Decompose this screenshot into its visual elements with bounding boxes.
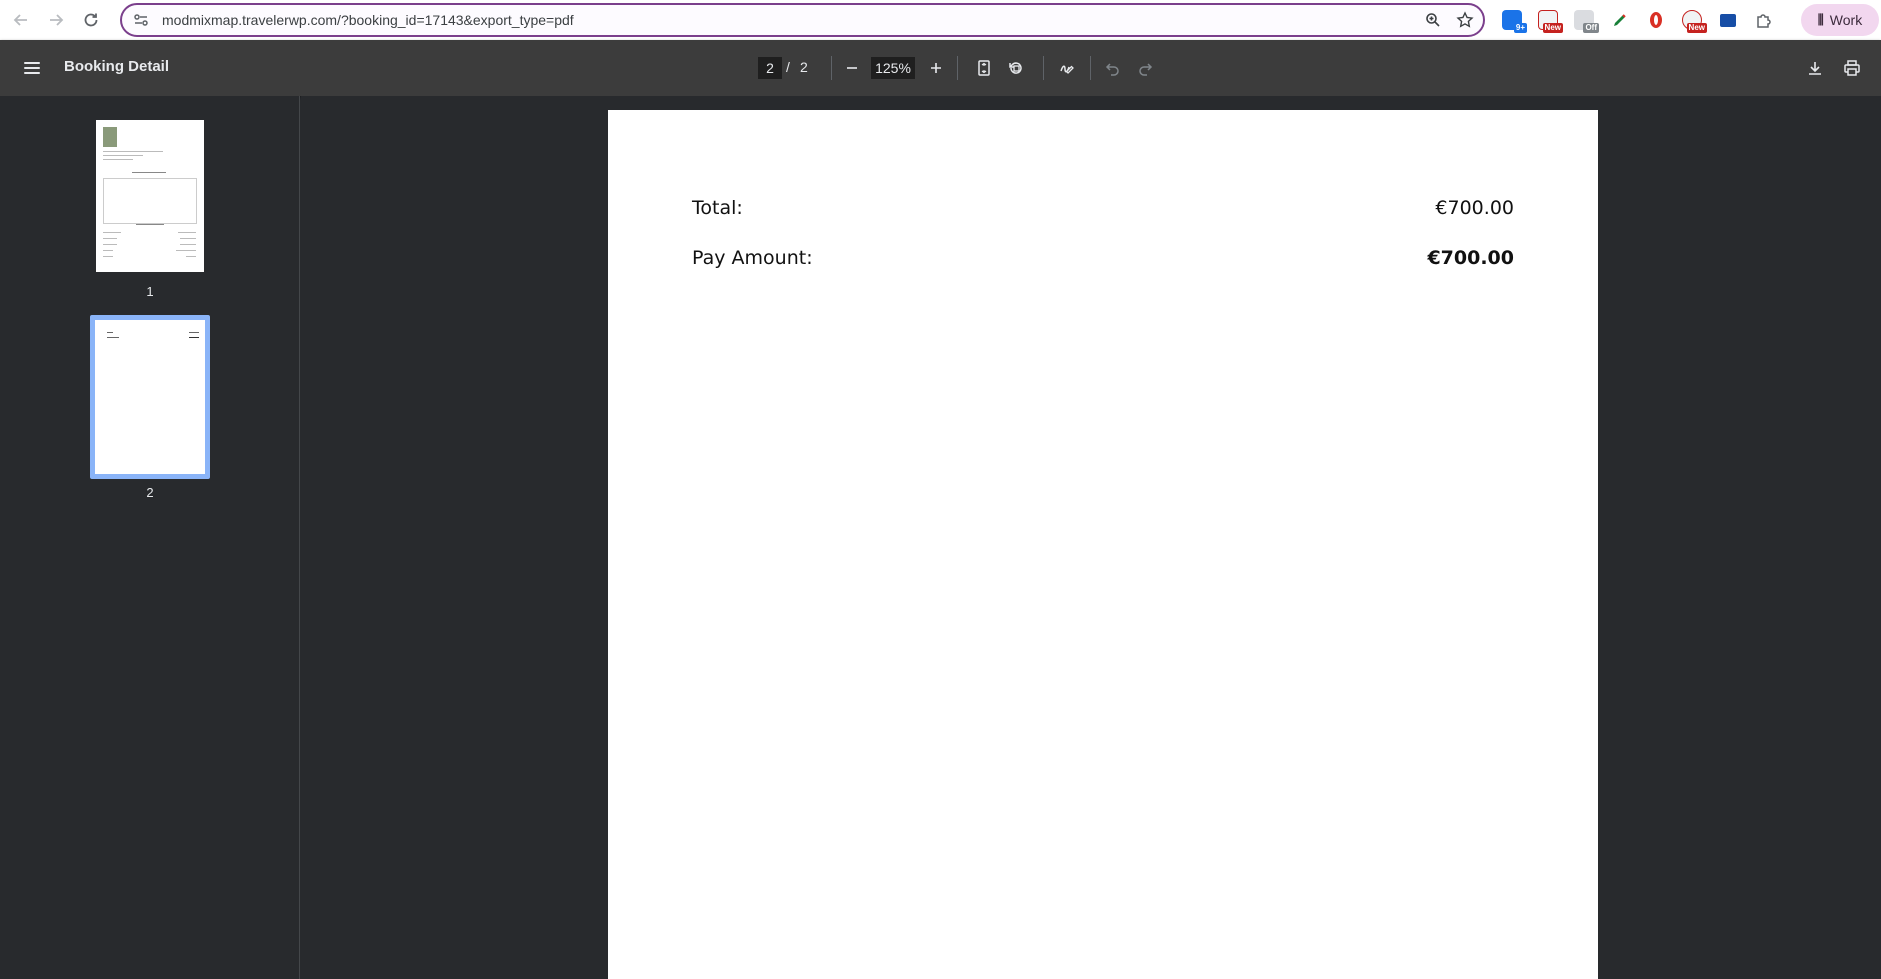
back-icon[interactable] [4, 3, 38, 37]
total-row: Total: €700.00 [692, 197, 1514, 219]
thumbnail-label-1: 1 [146, 284, 154, 299]
pay-amount-value: €700.00 [1427, 247, 1514, 269]
page-thumbnail-2[interactable] [95, 320, 205, 474]
extension-badge: New [1542, 23, 1563, 33]
ext-new-icon[interactable]: New [1677, 5, 1707, 35]
document-title: Booking Detail [64, 58, 170, 75]
redo-icon[interactable] [1131, 54, 1159, 82]
thumbnail-image [103, 127, 117, 147]
site-settings-icon[interactable] [132, 11, 150, 29]
zoom-input[interactable]: 125% [871, 57, 915, 79]
ext-camera-icon[interactable] [1713, 5, 1743, 35]
pay-amount-label: Pay Amount: [692, 247, 813, 269]
ext-opera-icon[interactable] [1641, 5, 1671, 35]
fit-page-icon[interactable] [970, 54, 998, 82]
extensions-area: 9+ New Off New [1497, 3, 1779, 37]
ext-grammar-icon[interactable]: 9+ [1497, 5, 1527, 35]
pdf-page-2: Total: €700.00 Pay Amount: €700.00 [608, 110, 1598, 979]
zoom-out-icon[interactable] [838, 54, 866, 82]
extension-badge: 9+ [1513, 23, 1527, 33]
url-text[interactable]: modmixmap.travelerwp.com/?booking_id=171… [162, 12, 1419, 28]
toolbar-divider [831, 56, 832, 80]
forward-icon[interactable] [39, 3, 73, 37]
extension-badge: Off [1583, 23, 1599, 33]
zoom-magnifier-icon[interactable] [1419, 6, 1447, 34]
total-value: €700.00 [1435, 197, 1514, 219]
browser-toolbar: modmixmap.travelerwp.com/?booking_id=171… [0, 0, 1881, 40]
zoom-in-icon[interactable] [922, 54, 950, 82]
ext-off-icon[interactable]: Off [1569, 5, 1599, 35]
rotate-icon[interactable] [1002, 54, 1030, 82]
toolbar-divider [957, 56, 958, 80]
ext-news-icon[interactable]: New [1533, 5, 1563, 35]
pdf-toolbar: Booking Detail 2 / 2 125% [0, 40, 1881, 96]
bookmark-star-icon[interactable] [1451, 6, 1479, 34]
extensions-puzzle-icon[interactable] [1749, 5, 1779, 35]
hp-logo-icon: ⫼ [1817, 12, 1824, 27]
annotate-pen-icon[interactable] [1053, 54, 1081, 82]
document-viewer[interactable]: Total: €700.00 Pay Amount: €700.00 [301, 96, 1881, 979]
nav-buttons [0, 3, 108, 37]
reload-icon[interactable] [74, 3, 108, 37]
page-total: 2 [800, 59, 808, 75]
toolbar-divider [1043, 56, 1044, 80]
thumbnail-label-2: 2 [146, 485, 154, 500]
page-thumbnail-2-selected[interactable] [90, 315, 210, 479]
extension-badge: New [1686, 23, 1707, 33]
page-separator: / [786, 59, 790, 75]
thumbnail-sidebar: 1 2 [0, 96, 300, 979]
print-icon[interactable] [1838, 54, 1866, 82]
undo-icon[interactable] [1099, 54, 1127, 82]
pay-amount-row: Pay Amount: €700.00 [692, 247, 1514, 269]
profile-button[interactable]: ⫼ Work [1801, 4, 1879, 36]
toolbar-divider [1090, 56, 1091, 80]
thumbnail-table [103, 178, 197, 224]
total-label: Total: [692, 197, 743, 219]
download-icon[interactable] [1801, 54, 1829, 82]
profile-label: Work [1829, 12, 1863, 28]
ext-pen-icon[interactable] [1605, 5, 1635, 35]
address-bar[interactable]: modmixmap.travelerwp.com/?booking_id=171… [120, 3, 1485, 37]
page-number-input[interactable]: 2 [758, 57, 782, 79]
page-thumbnail-1[interactable] [96, 120, 204, 272]
sidebar-menu-icon[interactable] [18, 54, 46, 82]
